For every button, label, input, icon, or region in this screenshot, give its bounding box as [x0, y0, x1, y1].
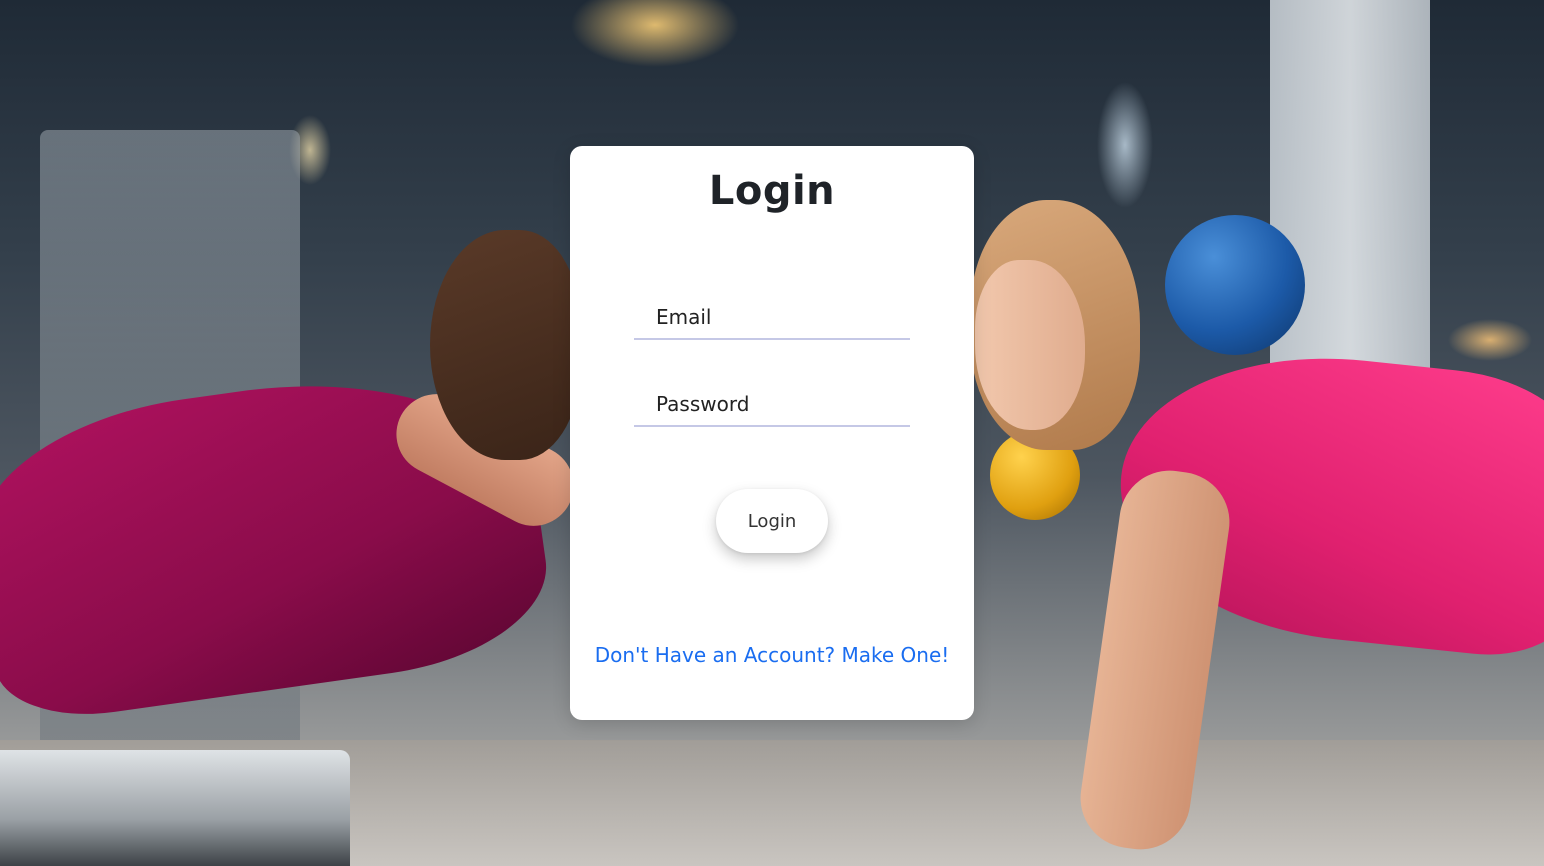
person-right-face: [975, 260, 1085, 430]
password-input[interactable]: [634, 383, 910, 425]
person-left-head: [430, 230, 580, 460]
password-field-wrapper: [634, 383, 910, 427]
signup-link[interactable]: Don't Have an Account? Make One!: [570, 643, 974, 667]
login-card: Login Login Don't Have an Account? Make …: [570, 146, 974, 720]
email-input[interactable]: [634, 296, 910, 338]
login-button[interactable]: Login: [716, 489, 828, 553]
exercise-ball-blue: [1165, 215, 1305, 355]
email-field-wrapper: [634, 296, 910, 340]
login-title: Login: [708, 168, 836, 214]
step-platform: [0, 750, 350, 866]
